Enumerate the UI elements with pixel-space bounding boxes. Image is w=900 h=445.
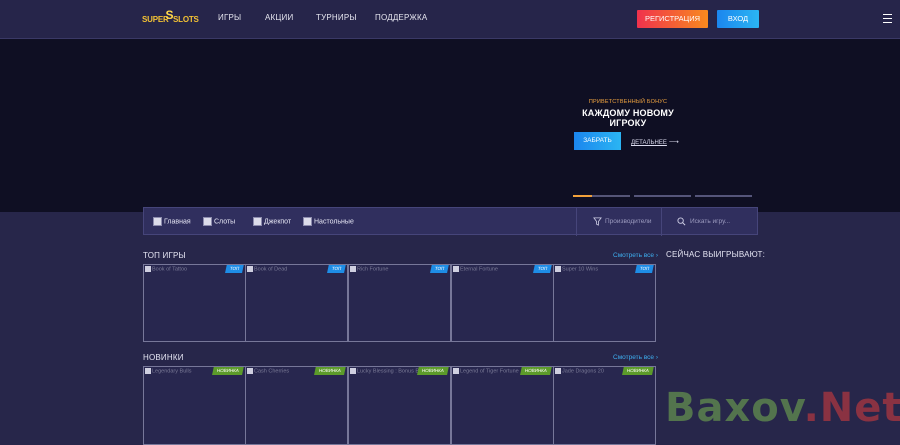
tab-jackpot-label: Джекпот [264, 218, 292, 226]
site-header: SUPER S SLOTS ИГРЫ АКЦИИ ТУРНИРЫ ПОДДЕРЖ… [0, 0, 900, 39]
hamburger-icon[interactable] [883, 14, 892, 23]
providers-filter[interactable]: Производители [593, 217, 652, 226]
game-image: Super 10 Wins [555, 266, 598, 272]
top-badge: ТОП [532, 265, 552, 273]
broken-image-icon [350, 266, 356, 272]
details-link[interactable]: ДЕТАЛЬНЕЕ ⟶ [631, 138, 679, 146]
home-icon [153, 217, 162, 226]
section-title-new-games: НОВИНКИ [143, 353, 184, 362]
slots-icon [203, 217, 212, 226]
tab-home-label: Главная [164, 218, 191, 226]
broken-image-icon [453, 266, 459, 272]
game-image: Book of Dead [247, 266, 287, 272]
nav-tournaments[interactable]: ТУРНИРЫ [316, 13, 357, 22]
game-card[interactable]: Legendary Bulls НОВИНКА [143, 366, 246, 445]
see-all-top-label: Смотреть все [613, 252, 655, 259]
game-image: Lucky Blessing : Bonus Buy [350, 368, 425, 374]
new-badge: НОВИНКА [622, 367, 654, 375]
hero-kicker: ПРИВЕТСТВЕННЫЙ БОНУС [588, 99, 668, 105]
slide-indicator-2[interactable] [634, 195, 691, 197]
tab-table-games-label: Настольные [314, 218, 354, 226]
take-bonus-button[interactable]: ЗАБРАТЬ [574, 132, 621, 150]
table-games-icon [303, 217, 312, 226]
new-badge: НОВИНКА [314, 367, 346, 375]
new-badge: НОВИНКА [212, 367, 244, 375]
hero-headline: КАЖДОМУ НОВОМУ ИГРОКУ [570, 108, 686, 128]
slide-indicator-1[interactable] [573, 195, 630, 197]
winners-title: СЕЙЧАС ВЫИГРЫВАЮТ: [666, 250, 766, 259]
broken-image-icon [453, 368, 459, 374]
search-input[interactable]: Искать игру... [677, 217, 730, 226]
providers-placeholder: Производители [605, 218, 652, 226]
game-filter-bar: Главная Слоты Джекпот Настольные Произво… [143, 207, 758, 236]
tab-jackpot[interactable]: Джекпот [253, 217, 291, 226]
game-card[interactable]: Book of Dead ТОП [245, 264, 348, 342]
jackpot-icon [253, 217, 262, 226]
section-title-top-games: ТОП ИГРЫ [143, 251, 186, 260]
tab-slots[interactable]: Слоты [203, 217, 235, 226]
hero-headline-line1: КАЖДОМУ НОВОМУ [582, 108, 674, 118]
game-card[interactable]: Eternal Fortune ТОП [451, 264, 554, 342]
game-image: Rich Fortune [350, 266, 389, 272]
watermark-part1: Baxov [665, 385, 804, 431]
game-image: Cash Cherries [247, 368, 289, 374]
chevron-right-icon: › [655, 252, 659, 259]
broken-image-icon [145, 266, 151, 272]
chevron-right-icon: › [655, 354, 659, 361]
broken-image-icon [247, 266, 253, 272]
watermark: Baxov.Net [665, 385, 900, 431]
search-icon [677, 217, 686, 226]
login-button[interactable]: ВХОД [717, 10, 759, 28]
game-card[interactable]: Super 10 Wins ТОП [553, 264, 656, 342]
top-badge: ТОП [326, 265, 346, 273]
see-all-new-label: Смотреть все [613, 354, 655, 361]
see-all-new-link[interactable]: Смотреть все › [613, 354, 658, 361]
broken-image-icon [145, 368, 151, 374]
game-card[interactable]: Book of Tattoo ТОП [143, 264, 246, 342]
search-placeholder: Искать игру... [690, 218, 731, 226]
game-image: Jade Dragons 20 [555, 368, 604, 374]
hero-headline-line2: ИГРОКУ [609, 118, 647, 128]
game-image: Legendary Bulls [145, 368, 191, 374]
divider [661, 208, 662, 236]
arrow-right-icon: ⟶ [668, 139, 679, 146]
filter-icon [593, 217, 602, 226]
nav-promos[interactable]: АКЦИИ [265, 13, 293, 22]
details-label: ДЕТАЛЬНЕЕ [631, 140, 667, 146]
game-card[interactable]: Jade Dragons 20 НОВИНКА [553, 366, 656, 445]
tab-table-games[interactable]: Настольные [303, 217, 354, 226]
divider [576, 208, 577, 236]
logo-text-right: SLOTS [173, 15, 199, 24]
top-badge: ТОП [224, 265, 244, 273]
game-card[interactable]: Rich Fortune ТОП [348, 264, 451, 342]
top-badge: ТОП [634, 265, 654, 273]
new-badge: НОВИНКА [417, 367, 449, 375]
tab-home[interactable]: Главная [153, 217, 191, 226]
nav-support[interactable]: ПОДДЕРЖКА [375, 13, 427, 22]
hero-banner: ПРИВЕТСТВЕННЫЙ БОНУС КАЖДОМУ НОВОМУ ИГРО… [0, 39, 900, 212]
nav-games[interactable]: ИГРЫ [218, 13, 241, 22]
game-image: Eternal Fortune [453, 266, 498, 272]
game-card[interactable]: Legend of Tiger Fortune НОВИНКА [451, 366, 554, 445]
tab-slots-label: Слоты [214, 218, 236, 226]
game-image: Legend of Tiger Fortune [453, 368, 519, 374]
game-card[interactable]: Cash Cherries НОВИНКА [245, 366, 348, 445]
slide-progress-fill [573, 195, 592, 197]
game-card[interactable]: Lucky Blessing : Bonus Buy НОВИНКА [348, 366, 451, 445]
see-all-top-link[interactable]: Смотреть все › [613, 252, 658, 259]
broken-image-icon [350, 368, 356, 374]
broken-image-icon [247, 368, 253, 374]
broken-image-icon [555, 368, 561, 374]
register-button[interactable]: РЕГИСТРАЦИЯ [637, 10, 708, 28]
new-badge: НОВИНКА [520, 367, 552, 375]
broken-image-icon [555, 266, 561, 272]
logo[interactable]: SUPER S SLOTS [142, 8, 199, 30]
slide-indicator-3[interactable] [695, 195, 752, 197]
top-badge: ТОП [429, 265, 449, 273]
game-image: Book of Tattoo [145, 266, 187, 272]
watermark-part2: .Net [803, 385, 900, 431]
